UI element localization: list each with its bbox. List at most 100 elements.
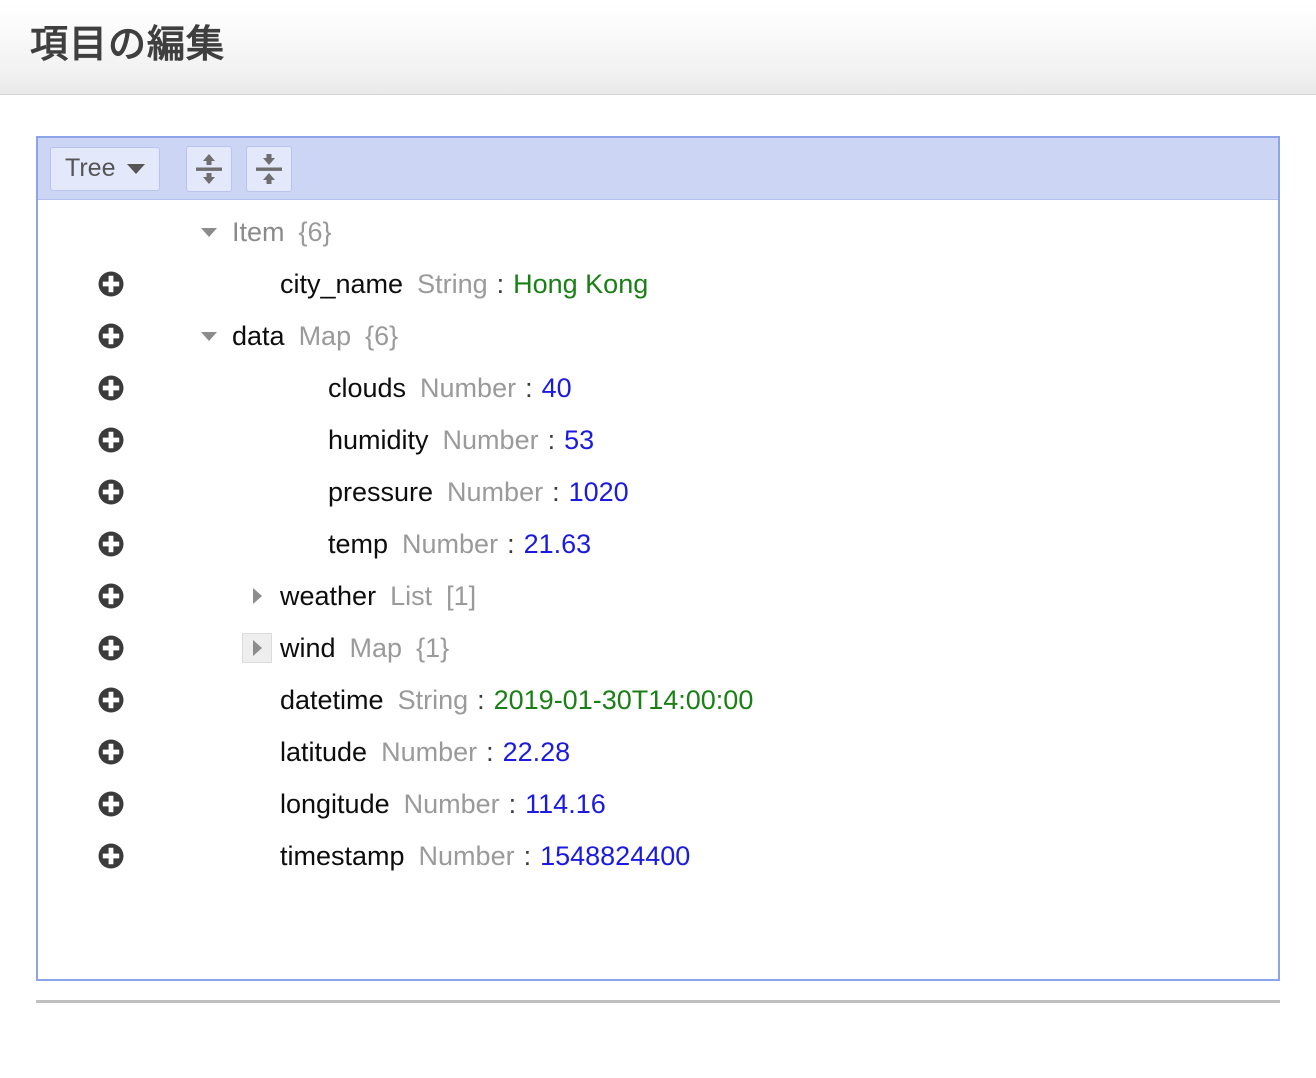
tree-row-content: pressure Number:1020 [290, 466, 629, 518]
tree-row[interactable]: latitude Number:22.28 [38, 726, 1278, 778]
node-key[interactable]: temp [328, 518, 388, 570]
add-field-icon[interactable] [97, 790, 125, 818]
node-child-count: {1} [416, 633, 450, 663]
tree-row-content: timestamp Number:1548824400 [242, 830, 690, 882]
node-type[interactable]: String [398, 674, 469, 726]
tree-body: Item {6} city_name String: Hong Kong data Map {… [38, 200, 1278, 985]
node-key[interactable]: Item [232, 206, 285, 258]
tree-row[interactable]: timestamp Number:1548824400 [38, 830, 1278, 882]
tree-row[interactable]: pressure Number:1020 [38, 466, 1278, 518]
node-child-count: [1] [446, 581, 477, 611]
add-field-icon[interactable] [97, 634, 125, 662]
tree-row[interactable]: Item {6} [38, 206, 1278, 258]
node-value[interactable]: 1020 [569, 466, 629, 518]
tree-row-content: city_name String: Hong Kong [242, 258, 648, 310]
node-colon: : [507, 529, 515, 559]
expand-all-button[interactable] [186, 145, 233, 192]
add-field-icon[interactable] [97, 374, 125, 402]
tree-row-content: longitude Number:114.16 [242, 778, 606, 830]
node-key[interactable]: datetime [280, 674, 384, 726]
node-colon: : [523, 841, 532, 871]
node-value[interactable]: 114.16 [525, 778, 606, 830]
tree-row-content: wind Map {1} [242, 622, 449, 674]
add-field-icon[interactable] [97, 686, 125, 714]
node-key[interactable]: humidity [328, 414, 429, 466]
tree-row-content: clouds Number:40 [290, 362, 572, 414]
node-type[interactable]: Number [443, 414, 539, 466]
node-type[interactable]: List [390, 570, 432, 622]
expand-triangle-down-icon[interactable] [194, 217, 224, 247]
node-value[interactable]: Hong Kong [513, 258, 648, 310]
tree-row[interactable]: longitude Number:114.16 [38, 778, 1278, 830]
add-field-icon[interactable] [97, 842, 125, 870]
tree-row[interactable]: city_name String: Hong Kong [38, 258, 1278, 310]
node-colon: : [547, 425, 556, 455]
node-type[interactable]: Number [404, 778, 500, 830]
page-header: 項目の編集 [0, 0, 1316, 95]
node-key[interactable]: city_name [280, 258, 403, 310]
tree-row-content: weather List [1] [242, 570, 476, 622]
expand-triangle-right-icon[interactable] [242, 581, 272, 611]
tree-row-content: datetime String:2019-01-30T14:00:00 [242, 674, 753, 726]
node-type[interactable]: Map [350, 622, 403, 674]
collapse-all-button[interactable] [246, 145, 293, 192]
node-type[interactable]: Number [447, 466, 543, 518]
page-title: 項目の編集 [30, 24, 226, 66]
add-field-icon[interactable] [97, 426, 125, 454]
node-key[interactable]: data [232, 310, 285, 362]
add-field-icon[interactable] [97, 738, 125, 766]
tree-row[interactable]: humidity Number:53 [38, 414, 1278, 466]
node-type[interactable]: String [417, 258, 488, 310]
node-colon: : [508, 789, 517, 819]
node-type[interactable]: Number [381, 726, 477, 778]
editor-wrapper: Tree Item {6} city_name String: Hong Ko… [0, 95, 1316, 981]
node-type[interactable]: Number [419, 830, 515, 882]
tree-row[interactable]: clouds Number:40 [38, 362, 1278, 414]
add-field-icon[interactable] [97, 582, 125, 610]
node-key[interactable]: timestamp [280, 830, 405, 882]
node-value[interactable]: 40 [542, 362, 572, 414]
node-value[interactable]: 1548824400 [540, 830, 690, 882]
node-value[interactable]: 2019-01-30T14:00:00 [494, 674, 754, 726]
add-field-icon[interactable] [97, 478, 125, 506]
tree-row[interactable]: wind Map {1} [38, 622, 1278, 674]
footer-divider [36, 1000, 1280, 1003]
node-type[interactable]: Number [402, 518, 498, 570]
node-value[interactable]: 22.28 [503, 726, 571, 778]
tree-row[interactable]: datetime String:2019-01-30T14:00:00 [38, 674, 1278, 726]
node-type[interactable]: Number [420, 362, 516, 414]
node-key[interactable]: longitude [280, 778, 390, 830]
tree-row[interactable]: temp Number:21.63 [38, 518, 1278, 570]
tree-row-content: data Map {6} [194, 310, 398, 362]
node-child-count: {6} [365, 321, 399, 351]
node-key[interactable]: latitude [280, 726, 367, 778]
add-field-icon[interactable] [97, 322, 125, 350]
node-value[interactable]: 21.63 [524, 518, 592, 570]
tree-row[interactable]: data Map {6} [38, 310, 1278, 362]
node-value[interactable]: 53 [564, 414, 594, 466]
add-field-icon[interactable] [97, 270, 125, 298]
node-key[interactable]: weather [280, 570, 376, 622]
tree-row[interactable]: weather List [1] [38, 570, 1278, 622]
add-field-icon[interactable] [97, 530, 125, 558]
node-key[interactable]: clouds [328, 362, 406, 414]
expand-triangle-right-icon[interactable] [242, 633, 272, 663]
mode-dropdown-tree[interactable]: Tree [50, 146, 161, 191]
json-tree-editor: Tree Item {6} city_name String: Hong Ko… [36, 136, 1280, 981]
tree-row-content: latitude Number:22.28 [242, 726, 570, 778]
node-type[interactable]: Map [299, 310, 352, 362]
chevron-down-icon [127, 163, 146, 174]
expand-triangle-down-icon[interactable] [194, 321, 224, 351]
node-key[interactable]: pressure [328, 466, 433, 518]
node-key[interactable]: wind [280, 622, 336, 674]
node-child-count: {6} [298, 217, 332, 247]
mode-dropdown-label: Tree [65, 154, 116, 182]
